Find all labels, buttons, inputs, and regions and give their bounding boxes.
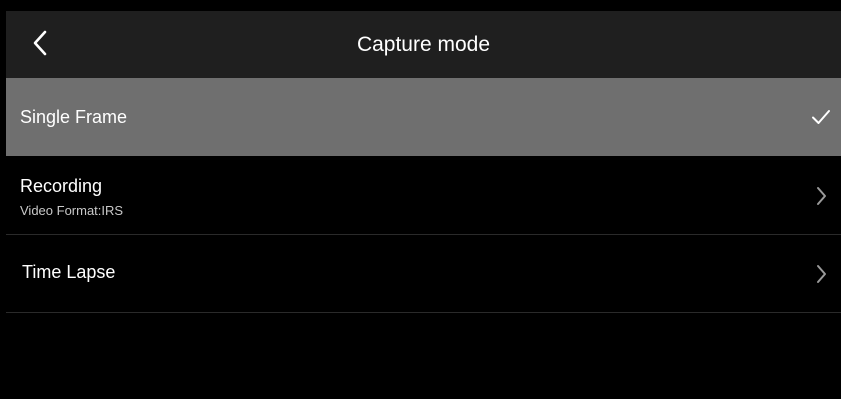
chevron-right-icon bbox=[809, 262, 833, 286]
checkmark-icon bbox=[809, 105, 833, 129]
menu-item-label: Recording bbox=[20, 176, 103, 196]
menu-item-sublabel: Video Format:IRS bbox=[20, 203, 124, 218]
menu-item-recording[interactable]: Recording Video Format:IRS bbox=[6, 156, 841, 235]
chevron-left-icon bbox=[32, 30, 48, 56]
menu-item-single-frame[interactable]: Single Frame bbox=[6, 78, 841, 156]
capture-mode-screen: Capture mode Single Frame Recording Vide… bbox=[0, 0, 841, 399]
menu-item-label: Single Frame bbox=[20, 107, 128, 127]
chevron-right-icon bbox=[809, 184, 833, 208]
back-button[interactable] bbox=[22, 25, 58, 61]
menu-item-time-lapse[interactable]: Time Lapse bbox=[6, 235, 841, 313]
menu-item-label: Time Lapse bbox=[22, 262, 116, 282]
title-bar: Capture mode bbox=[6, 11, 841, 78]
page-title: Capture mode bbox=[356, 33, 491, 56]
